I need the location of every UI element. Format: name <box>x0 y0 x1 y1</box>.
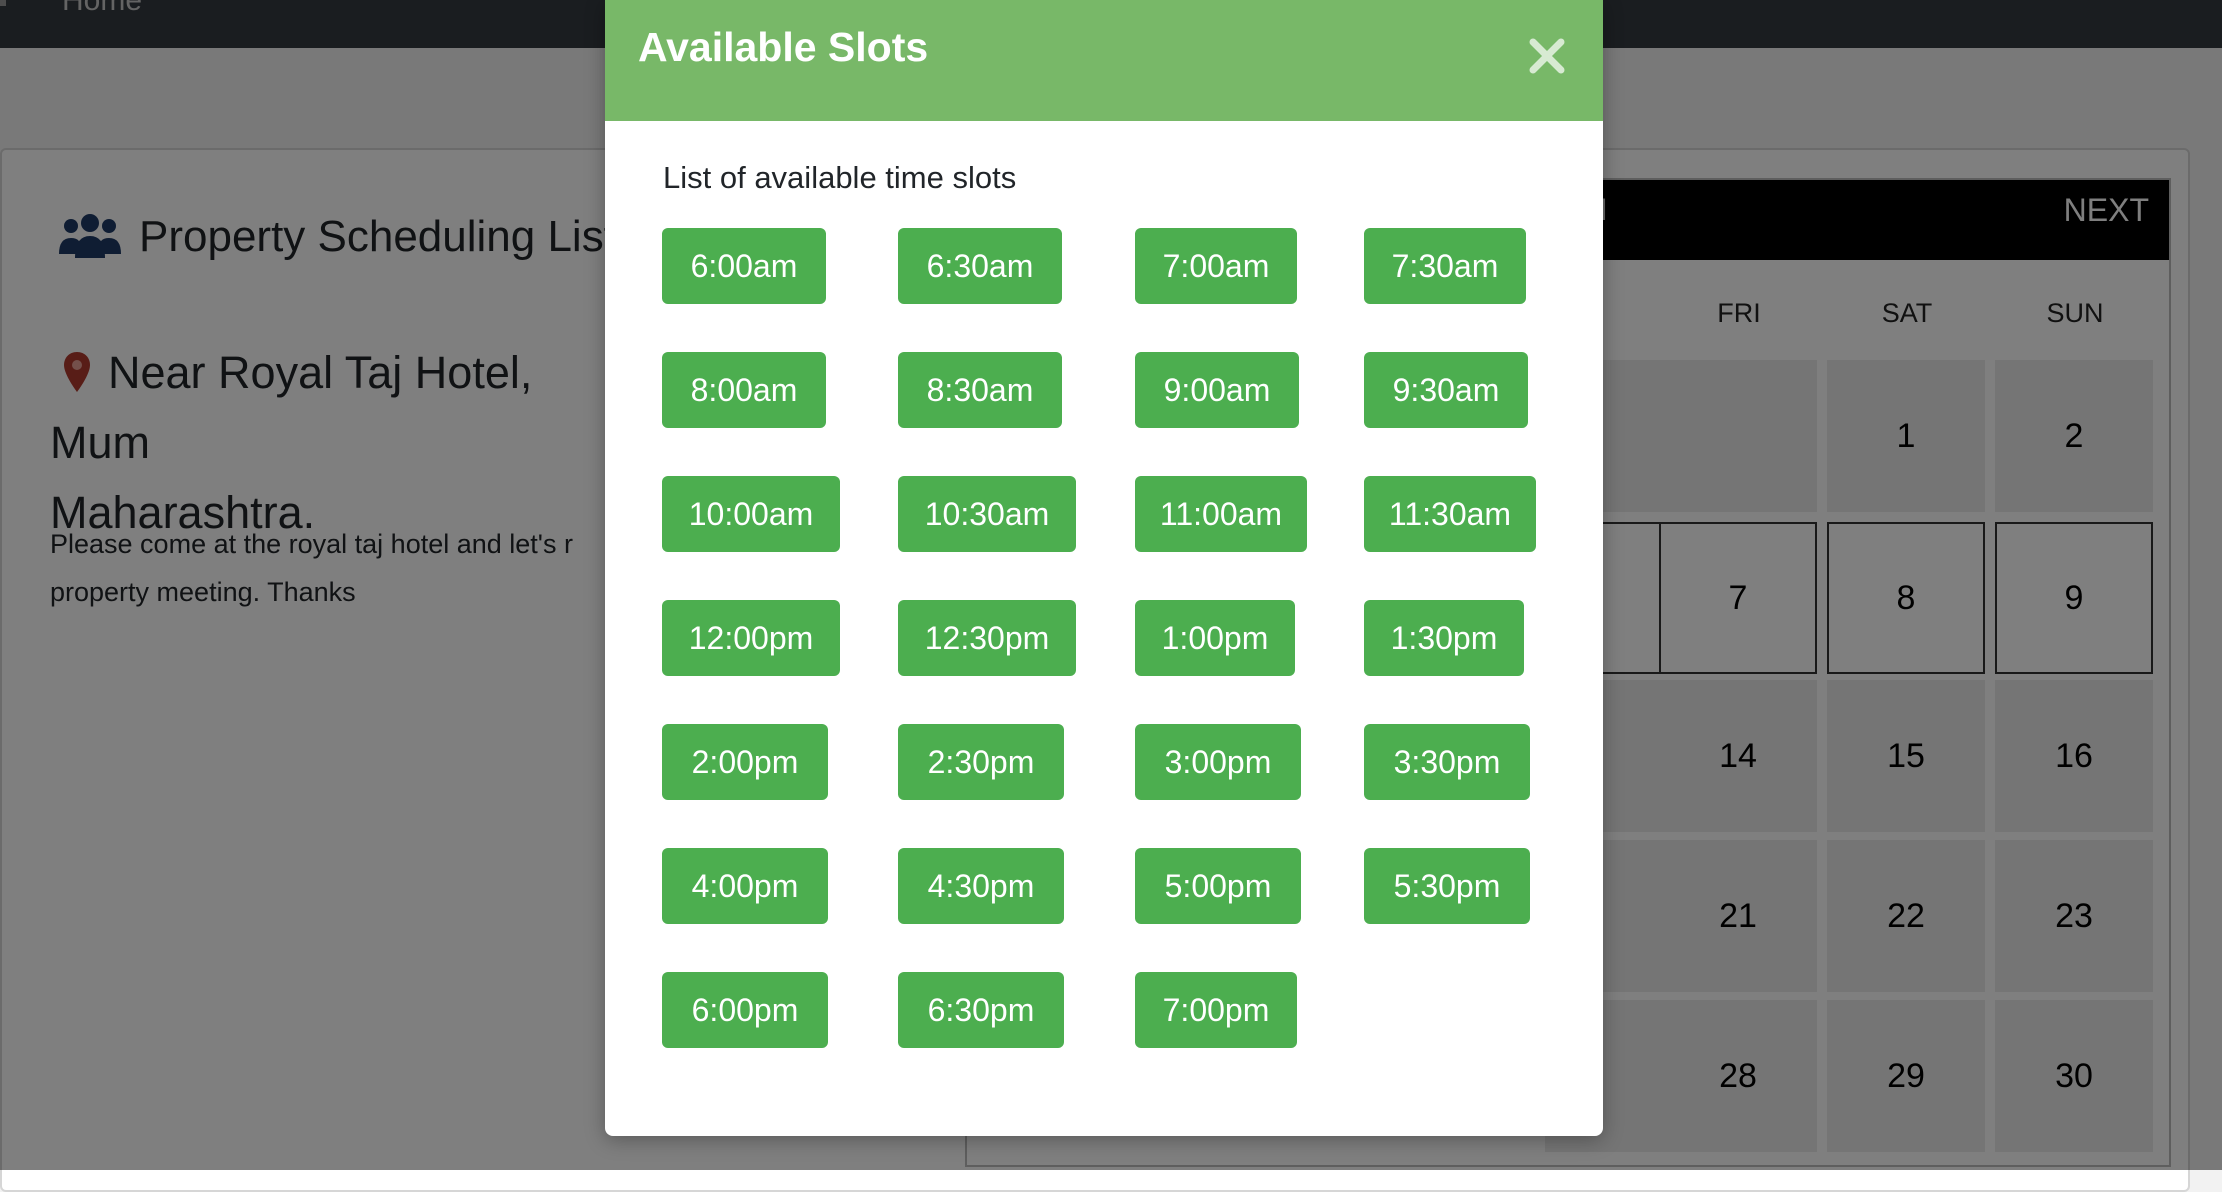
time-slot-button[interactable]: 8:30am <box>898 352 1062 428</box>
time-slot-button[interactable]: 10:30am <box>898 476 1076 552</box>
time-slot-button[interactable]: 9:00am <box>1135 352 1299 428</box>
time-slot-button[interactable]: 4:00pm <box>662 848 828 924</box>
time-slot-button[interactable]: 7:00pm <box>1135 972 1297 1048</box>
modal-header: Available Slots <box>605 0 1603 121</box>
time-slot-button[interactable]: 5:00pm <box>1135 848 1301 924</box>
time-slot-button[interactable]: 1:00pm <box>1135 600 1295 676</box>
time-slot-button[interactable]: 6:00am <box>662 228 826 304</box>
time-slot-button[interactable]: 4:30pm <box>898 848 1064 924</box>
time-slot-button[interactable]: 5:30pm <box>1364 848 1530 924</box>
time-slot-button[interactable]: 11:00am <box>1135 476 1307 552</box>
time-slot-button[interactable]: 7:00am <box>1135 228 1297 304</box>
close-icon[interactable] <box>1525 34 1569 78</box>
available-slots-modal: Available Slots List of available time s… <box>605 0 1603 1136</box>
time-slot-button[interactable]: 9:30am <box>1364 352 1528 428</box>
modal-title: Available Slots <box>638 24 929 70</box>
modal-subtitle: List of available time slots <box>663 160 1017 195</box>
time-slot-button[interactable]: 12:00pm <box>662 600 840 676</box>
time-slot-button[interactable]: 10:00am <box>662 476 840 552</box>
time-slot-button[interactable]: 6:30am <box>898 228 1062 304</box>
time-slot-button[interactable]: 12:30pm <box>898 600 1076 676</box>
time-slot-button[interactable]: 2:30pm <box>898 724 1064 800</box>
time-slot-button[interactable]: 6:30pm <box>898 972 1064 1048</box>
time-slot-button[interactable]: 6:00pm <box>662 972 828 1048</box>
time-slot-button[interactable]: 3:30pm <box>1364 724 1530 800</box>
time-slot-button[interactable]: 7:30am <box>1364 228 1526 304</box>
time-slot-button[interactable]: 1:30pm <box>1364 600 1524 676</box>
time-slot-button[interactable]: 8:00am <box>662 352 826 428</box>
time-slot-button[interactable]: 2:00pm <box>662 724 828 800</box>
time-slot-button[interactable]: 3:00pm <box>1135 724 1301 800</box>
time-slot-button[interactable]: 11:30am <box>1364 476 1536 552</box>
